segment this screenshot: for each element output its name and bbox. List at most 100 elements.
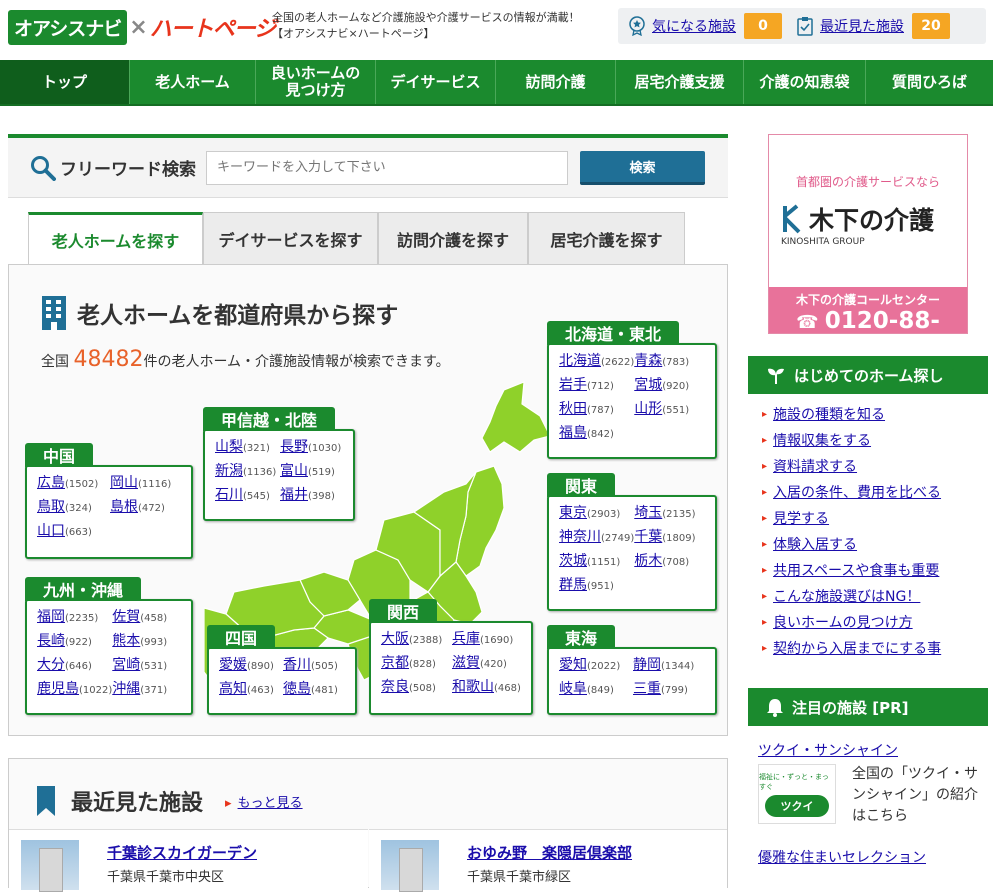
recent-count-badge[interactable]: 20 [912,13,950,39]
tab-nursing-home[interactable]: 老人ホームを探す [28,212,203,264]
nav-item-home-care[interactable]: 訪問介護 [496,60,616,104]
prefecture-name[interactable]: 新潟 [215,463,243,479]
prefecture-link[interactable]: 秋田(787) [559,399,634,421]
recent-item[interactable]: おゆみ野 楽隠居倶楽部 千葉県千葉市緑区 [369,829,727,892]
guide-link-text[interactable]: 良いホームの見つけ方 [773,615,913,631]
site-logo[interactable]: オアシスナビ × ハートページ [8,8,276,46]
guide-link-text[interactable]: こんな施設選びはNG！ [773,589,920,605]
prefecture-link[interactable]: 栃木(708) [634,551,707,573]
prefecture-name[interactable]: 神奈川 [559,529,601,545]
facility-name-link[interactable]: 千葉診スカイガーデン [107,842,257,863]
more-link[interactable]: もっと見る [225,792,303,811]
prefecture-link[interactable]: 三重(799) [633,679,707,701]
prefecture-link[interactable]: 新潟(1136) [215,461,280,483]
prefecture-name[interactable]: 富山 [280,463,308,479]
guide-link[interactable]: 良いホームの見つけ方 [762,610,988,636]
prefecture-link[interactable]: 奈良(508) [381,677,452,699]
prefecture-link[interactable]: 青森(783) [634,351,707,373]
tab-day-service[interactable]: デイサービスを探す [203,212,378,264]
prefecture-name[interactable]: 静岡 [633,657,661,673]
prefecture-link[interactable]: 山口(663) [37,521,110,543]
prefecture-name[interactable]: 東京 [559,505,587,521]
prefecture-link[interactable]: 大阪(2388) [381,629,452,651]
search-input[interactable] [206,150,568,185]
prefecture-name[interactable]: 岡山 [110,475,138,491]
facility-thumbnail[interactable] [381,840,439,892]
prefecture-link[interactable]: 長崎(922) [37,631,112,653]
tab-home-care[interactable]: 訪問介護を探す [378,212,528,264]
prefecture-name[interactable]: 大分 [37,657,65,673]
prefecture-name[interactable]: 和歌山 [452,679,494,695]
guide-link-text[interactable]: 入居の条件、費用を比べる [773,485,941,501]
prefecture-link[interactable]: 山梨(321) [215,437,280,459]
prefecture-link[interactable]: 広島(1502) [37,473,110,495]
nav-item-qa[interactable]: 質問ひろば [866,60,993,104]
nav-item-day-service[interactable]: デイサービス [376,60,496,104]
prefecture-name[interactable]: 秋田 [559,401,587,417]
prefecture-link[interactable]: 兵庫(1690) [452,629,523,651]
guide-link[interactable]: 見学する [762,506,988,532]
prefecture-link[interactable]: 香川(505) [283,655,347,677]
prefecture-link[interactable]: 福井(398) [280,485,345,507]
prefecture-name[interactable]: 岐阜 [559,681,587,697]
prefecture-link[interactable]: 群馬(951) [559,575,634,597]
prefecture-link[interactable]: 千葉(1809) [634,527,707,549]
prefecture-link[interactable]: 神奈川(2749) [559,527,634,549]
prefecture-name[interactable]: 石川 [215,487,243,503]
guide-link[interactable]: 契約から入居までにする事 [762,636,988,662]
prefecture-name[interactable]: 長崎 [37,633,65,649]
guide-link[interactable]: 体験入居する [762,532,988,558]
pr-selection-link[interactable]: 優雅な住まいセレクション [748,827,988,867]
prefecture-name[interactable]: 千葉 [634,529,662,545]
prefecture-name[interactable]: 徳島 [283,681,311,697]
kinoshita-ad-banner[interactable]: 首都圏の介護サービスなら 木下の介護 KINOSHITA GROUP 木下の介護… [768,134,968,362]
prefecture-name[interactable]: 群馬 [559,577,587,593]
prefecture-name[interactable]: 大阪 [381,631,409,647]
prefecture-link[interactable]: 鳥取(324) [37,497,110,519]
prefecture-link[interactable]: 北海道(2622) [559,351,634,373]
prefecture-link[interactable]: 愛知(2022) [559,655,633,677]
guide-link-text[interactable]: 共用スペースや食事も重要 [773,563,939,579]
prefecture-link[interactable]: 岩手(712) [559,375,634,397]
prefecture-name[interactable]: 青森 [634,353,662,369]
prefecture-link[interactable]: 大分(646) [37,655,112,677]
prefecture-link[interactable]: 静岡(1344) [633,655,707,677]
prefecture-link[interactable]: 東京(2903) [559,503,634,525]
prefecture-name[interactable]: 福島 [559,425,587,441]
prefecture-name[interactable]: 島根 [110,499,138,515]
search-button[interactable]: 検索 [580,150,705,185]
prefecture-name[interactable]: 広島 [37,475,65,491]
prefecture-name[interactable]: 宮城 [634,377,662,393]
prefecture-link[interactable]: 和歌山(468) [452,677,523,699]
prefecture-link[interactable]: 石川(545) [215,485,280,507]
prefecture-name[interactable]: 三重 [633,681,661,697]
prefecture-link[interactable]: 宮城(920) [634,375,707,397]
prefecture-name[interactable]: 長野 [280,439,308,455]
nav-item-knowledge[interactable]: 介護の知恵袋 [744,60,866,104]
guide-link-text[interactable]: 体験入居する [773,537,857,553]
prefecture-name[interactable]: 愛媛 [219,657,247,673]
guide-link-text[interactable]: 資料請求する [773,459,857,475]
prefecture-name[interactable]: 山口 [37,523,65,539]
favorites-link[interactable]: 気になる施設 [652,16,736,36]
prefecture-link[interactable]: 愛媛(890) [219,655,283,677]
prefecture-link[interactable]: 佐賀(458) [112,607,183,629]
prefecture-name[interactable]: 鹿児島 [37,681,79,697]
prefecture-name[interactable]: 福井 [280,487,308,503]
prefecture-link[interactable]: 富山(519) [280,461,345,483]
prefecture-link[interactable]: 宮崎(531) [112,655,183,677]
prefecture-name[interactable]: 兵庫 [452,631,480,647]
guide-link[interactable]: 情報収集をする [762,428,988,454]
recent-viewed-link[interactable]: 最近見た施設 [820,16,904,36]
prefecture-name[interactable]: 佐賀 [112,609,140,625]
prefecture-name[interactable]: 宮崎 [112,657,140,673]
prefecture-link[interactable]: 島根(472) [110,497,183,519]
guide-link[interactable]: 共用スペースや食事も重要 [762,558,988,584]
prefecture-name[interactable]: 香川 [283,657,311,673]
prefecture-link[interactable]: 熊本(993) [112,631,183,653]
prefecture-name[interactable]: 山形 [634,401,662,417]
nav-item-how-to-find[interactable]: 良いホームの 見つけ方 [256,60,376,104]
prefecture-link[interactable]: 福島(842) [559,423,634,445]
prefecture-link[interactable]: 岐阜(849) [559,679,633,701]
tsukui-logo[interactable]: 福祉に・ずっと・まっすぐ ツクイ [758,764,836,824]
